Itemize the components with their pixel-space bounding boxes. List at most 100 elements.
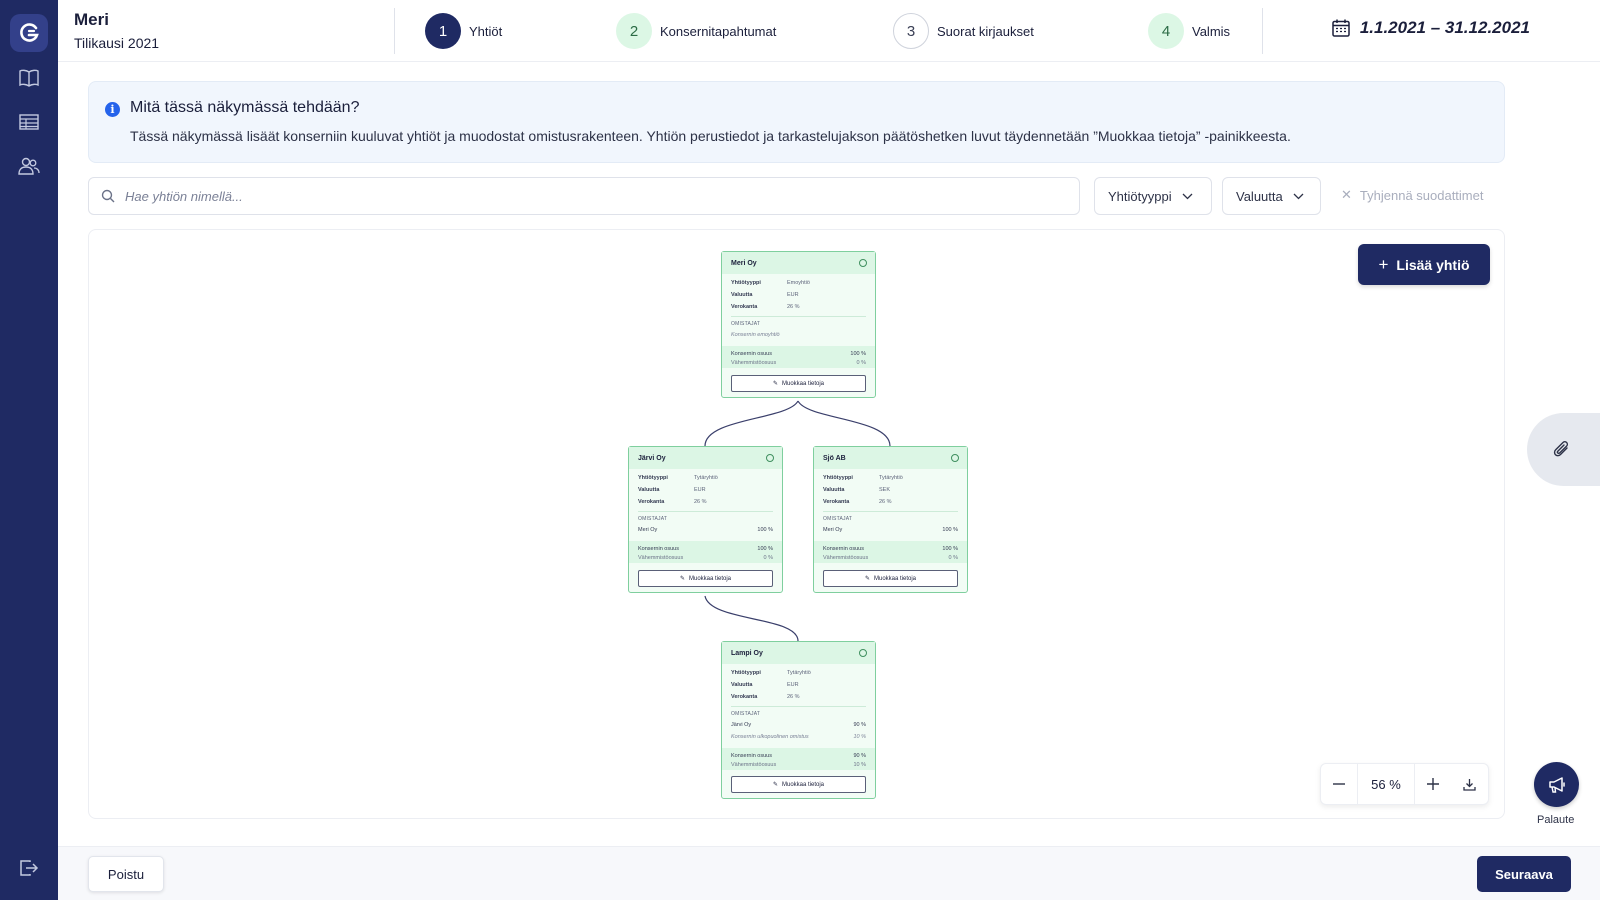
value-type: Tytäryhtiö	[694, 475, 718, 481]
add-company-label: Lisää yhtiö	[1396, 256, 1470, 273]
owner-pct: 10 %	[853, 734, 866, 740]
search-box[interactable]	[88, 177, 1080, 215]
currency-label: Valuutta	[1236, 188, 1283, 204]
company-card-lampi[interactable]: Lampi Oy Yhtiötyyppi Tytäryhtiö Valuutta E…	[721, 641, 876, 799]
chevron-down-icon	[1293, 193, 1304, 199]
divider	[1262, 8, 1263, 54]
logo-icon[interactable]	[10, 14, 48, 52]
owner-name: Järvi Oy	[731, 722, 752, 728]
group-share-value: 100 %	[942, 546, 958, 552]
zoom-controls: 56 %	[1320, 763, 1489, 805]
zoom-level: 56 %	[1357, 763, 1415, 805]
value-tax: 26 %	[787, 694, 800, 700]
feedback-button[interactable]	[1534, 762, 1579, 807]
label-currency: Valuutta	[731, 682, 753, 688]
label-type: Yhtiötyyppi	[731, 670, 761, 676]
step-group-events[interactable]: 2 Konsernitapahtumat	[616, 12, 776, 50]
info-banner: i Mitä tässä näkymässä tehdään? Tässä nä…	[88, 81, 1505, 163]
minority-share-value: 0 %	[856, 360, 866, 366]
minority-share-label: Vähemmistöosuus	[731, 762, 777, 768]
step-number: 1	[425, 13, 461, 49]
clear-filters-label: Tyhjennä suodattimet	[1359, 187, 1484, 203]
company-card-meri[interactable]: Meri Oy Yhtiötyyppi Emoyhtiö Valuutta EUR …	[721, 251, 876, 398]
step-number: 3	[893, 13, 929, 49]
minority-share-value: 10 %	[853, 762, 866, 768]
calendar-icon	[1332, 19, 1350, 37]
value-currency: EUR	[787, 682, 799, 688]
minority-share-value: 0 %	[948, 555, 958, 561]
owners-heading: OMISTAJAT	[731, 711, 761, 717]
label-currency: Valuutta	[731, 292, 753, 298]
book-icon[interactable]	[17, 66, 41, 90]
card-divider	[731, 706, 866, 707]
value-currency: EUR	[694, 487, 706, 493]
card-divider	[823, 511, 958, 512]
attachments-tab[interactable]	[1527, 413, 1600, 486]
edit-label: Muokkaa tietoja	[782, 380, 825, 387]
zoom-out-button[interactable]	[1321, 763, 1357, 805]
step-direct-entries[interactable]: 3 Suorat kirjaukset	[893, 12, 1034, 50]
owner-pct: 90 %	[853, 722, 866, 728]
divider	[394, 8, 395, 54]
label-tax: Verokanta	[638, 499, 665, 505]
footer	[58, 846, 1600, 900]
step-number: 4	[1148, 13, 1184, 49]
users-icon[interactable]	[17, 154, 41, 178]
company-type-dropdown[interactable]: Yhtiötyyppi	[1094, 177, 1212, 215]
info-title: Mitä tässä näkymässä tehdään?	[130, 99, 360, 116]
table-icon[interactable]	[17, 110, 41, 134]
owner-name: Meri Oy	[823, 527, 843, 533]
label-tax: Verokanta	[823, 499, 850, 505]
owner-row: Konsernin ulkopuolinen omistus 10 %	[731, 734, 866, 740]
edit-company-button[interactable]: ✎ Muokkaa tietoja	[731, 776, 866, 793]
owner-pct: 100 %	[757, 527, 773, 533]
minority-share-value: 0 %	[763, 555, 773, 561]
owner-row: Meri Oy 100 %	[823, 527, 958, 533]
value-type: Tytäryhtiö	[787, 670, 811, 676]
group-share-value: 90 %	[853, 753, 866, 759]
edit-icon: ✎	[772, 782, 778, 788]
minority-share-label: Vähemmistöosuus	[638, 555, 684, 561]
step-label: Suorat kirjaukset	[937, 23, 1034, 39]
company-name: Meri Oy	[731, 260, 757, 267]
step-label: Konsernitapahtumat	[660, 23, 777, 39]
download-icon	[1462, 778, 1476, 791]
group-share-label: Konsernin osuus	[823, 546, 864, 552]
share-box: Konsernin osuus 100 % Vähemmistöosuus 0 %	[722, 346, 875, 368]
header: Meri Tilikausi 2021 1 Yhtiöt 2 Konsernit…	[58, 0, 1600, 62]
edit-company-button[interactable]: ✎ Muokkaa tietoja	[731, 375, 866, 392]
group-share-value: 100 %	[757, 546, 773, 552]
group-share-value: 100 %	[850, 351, 866, 357]
fiscal-year: Tilikausi 2021	[74, 35, 160, 51]
edit-company-button[interactable]: ✎ Muokkaa tietoja	[823, 570, 958, 587]
label-type: Yhtiötyyppi	[731, 280, 761, 286]
check-circle-icon	[859, 649, 867, 657]
owner-name: Meri Oy	[638, 527, 658, 533]
exit-button[interactable]: Poistu	[88, 856, 164, 892]
logout-icon[interactable]	[17, 856, 41, 880]
clear-filters-button[interactable]: ✕ Tyhjennä suodattimet	[1341, 187, 1483, 203]
sidebar	[0, 0, 58, 900]
card-divider	[731, 316, 866, 317]
add-company-button[interactable]: + Lisää yhtiö	[1358, 244, 1490, 285]
step-companies[interactable]: 1 Yhtiöt	[425, 12, 502, 50]
period-selector[interactable]: 1.1.2021 – 31.12.2021	[1331, 18, 1530, 38]
currency-dropdown[interactable]: Valuutta	[1222, 177, 1321, 215]
share-box: Konsernin osuus 90 % Vähemmistöosuus 10 %	[722, 748, 875, 770]
zoom-in-button[interactable]	[1415, 763, 1451, 805]
check-circle-icon	[859, 259, 867, 267]
search-input[interactable]	[125, 188, 1025, 204]
close-icon: ✕	[1341, 187, 1352, 202]
step-ready[interactable]: 4 Valmis	[1148, 12, 1230, 50]
edit-company-button[interactable]: ✎ Muokkaa tietoja	[638, 570, 773, 587]
paperclip-icon	[1553, 440, 1569, 456]
company-card-sjo[interactable]: Sjö AB Yhtiötyyppi Tytäryhtiö Valuutta SEK…	[813, 446, 968, 593]
download-button[interactable]	[1451, 763, 1487, 805]
label-type: Yhtiötyyppi	[638, 475, 668, 481]
group-share-label: Konsernin osuus	[731, 753, 772, 759]
company-card-jarvi[interactable]: Järvi Oy Yhtiötyyppi Tytäryhtiö Valuutta E…	[628, 446, 783, 593]
next-button[interactable]: Seuraava	[1477, 856, 1571, 892]
owner-row: Konsernin emoyhtiö	[731, 332, 866, 338]
edit-label: Muokkaa tietoja	[782, 781, 825, 788]
share-box: Konsernin osuus 100 % Vähemmistöosuus 0 %	[814, 541, 967, 563]
